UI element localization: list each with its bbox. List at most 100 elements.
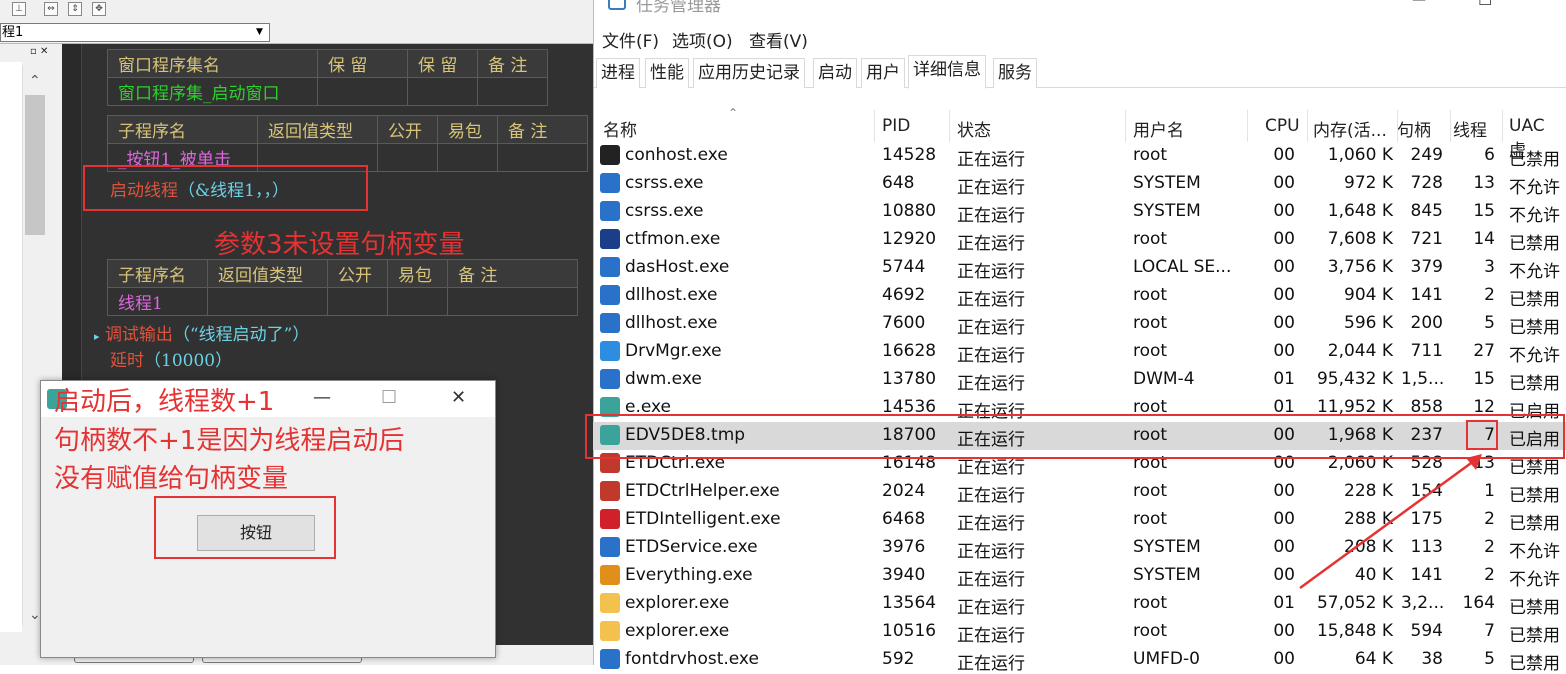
cell-name: Everything.exe [625,565,753,585]
window-icon [600,173,620,193]
table-row[interactable]: dllhost.exe 4692 正在运行 root 00 904 K 141 2 已禁用 [593,282,1566,310]
cell-uac: 已禁用 [1509,626,1560,646]
menu-options[interactable]: 选项(O) [672,27,733,52]
col-header: 备 注 [477,49,548,78]
cell-status: 正在运行 [957,234,1025,254]
menu-view[interactable]: 查看(V) [749,27,808,52]
cell-handles: 200 [1410,313,1443,333]
column-divider[interactable] [1397,110,1398,142]
table-row[interactable]: dasHost.exe 5744 正在运行 LOCAL SE... 00 3,756 K 3… [593,254,1566,282]
cell-cpu: 00 [1273,257,1295,277]
cell-pid: 10516 [882,621,937,641]
cell-status: 正在运行 [957,318,1025,338]
column-divider[interactable] [874,110,875,142]
cell-handles: 728 [1410,173,1443,193]
cell-status: 正在运行 [957,598,1025,618]
toolbar-icon[interactable]: ⇔ [44,2,58,16]
cell-user: SYSTEM [1133,565,1201,585]
tab-app-history[interactable]: 应用历史记录 [693,58,805,88]
column-divider[interactable] [949,110,950,142]
table-row[interactable]: conhost.exe 14528 正在运行 root 00 1,060 K 249 6 已禁用 [593,142,1566,170]
cell-cpu: 00 [1273,509,1295,529]
code-line-debug[interactable]: ▸ 调试输出（“线程启动了”） [94,320,309,345]
window-titlebar[interactable]: 任务管理器 — ☐ [594,0,1566,22]
column-divider[interactable] [1307,110,1308,142]
cell-status: 正在运行 [957,514,1025,534]
cell-uac: 已禁用 [1509,234,1560,254]
cell-pid: 3940 [882,565,926,585]
table-row[interactable]: fontdrvhost.exe 592 正在运行 UMFD-0 00 64 K 38 5 已禁用 [593,646,1566,674]
col-header: 子程序名 [107,115,258,144]
cell-name: explorer.exe [625,593,730,613]
cell-uac: 已禁用 [1509,290,1560,310]
minimize-icon[interactable]: — [313,387,331,408]
subroutine-name[interactable]: 线程1 [107,287,208,316]
tab-processes[interactable]: 进程 [596,58,640,88]
cell-handles: 721 [1410,229,1443,249]
code-line-delay[interactable]: 延时（10000） [110,346,232,371]
cell-handles: 711 [1410,341,1443,361]
cell-name: conhost.exe [625,145,728,165]
tab-users[interactable]: 用户 [861,58,905,88]
column-divider[interactable] [1125,110,1126,142]
toolbar-icon[interactable]: ✥ [92,2,106,16]
table-row[interactable]: ctfmon.exe 12920 正在运行 root 00 7,608 K 721 14 已禁用 [593,226,1566,254]
table-row[interactable]: dllhost.exe 7600 正在运行 root 00 596 K 200 5 已禁用 [593,310,1566,338]
panel-controls[interactable]: ▫ ✕ [30,46,48,57]
menu-file[interactable]: 文件(F) [602,27,659,52]
column-divider[interactable] [1247,110,1248,142]
cell-cpu: 00 [1273,537,1295,557]
cell-name: dllhost.exe [625,313,718,333]
maximize-icon[interactable]: ☐ [381,387,397,408]
col-status[interactable]: 状态 [957,116,991,141]
cell-pid: 13564 [882,593,937,613]
assembly-table: 窗口程序集名 保 留 保 留 备 注 窗口程序集_启动窗口 [107,49,548,106]
col-memory[interactable]: 内存(活... [1313,116,1387,141]
maximize-icon[interactable]: ☐ [1478,0,1492,9]
tab-details[interactable]: 详细信息 [908,55,986,89]
cell-user: root [1133,621,1168,641]
cell-status: 正在运行 [957,542,1025,562]
scrollbar-thumb[interactable] [25,95,45,235]
chevron-down-icon[interactable]: ▼ [252,25,267,40]
tab-services[interactable]: 服务 [993,58,1037,88]
cell-cpu: 00 [1273,621,1295,641]
col-threads[interactable]: 线程 [1453,116,1487,141]
toolbar-icon[interactable]: ⊥ [12,2,26,16]
cell-user: root [1133,285,1168,305]
col-handles[interactable]: 句柄 [1397,116,1431,141]
tab-startup[interactable]: 启动 [813,58,857,88]
close-icon[interactable]: ✕ [451,387,466,408]
command-keyword: 调试输出 [104,325,173,345]
col-cpu[interactable]: CPU [1265,116,1300,136]
cell-status: 正在运行 [957,570,1025,590]
tab-performance[interactable]: 性能 [645,58,689,88]
annotation-line: 启动后，线程数+1 [54,387,275,417]
toolbar-icon[interactable]: ⇕ [68,2,82,16]
table-row[interactable]: csrss.exe 10880 正在运行 SYSTEM 00 1,648 K 845 15 不允… [593,198,1566,226]
scroll-up-icon[interactable]: ⌃ [29,73,41,89]
cell-pid: 14528 [882,145,937,165]
column-divider[interactable] [1450,110,1451,142]
cell-uac: 已禁用 [1509,514,1560,534]
cell-mem: 1,648 K [1327,201,1393,221]
col-pid[interactable]: PID [882,116,910,136]
cell-threads: 15 [1473,201,1495,221]
cell-user: root [1133,481,1168,501]
table-row[interactable]: csrss.exe 648 正在运行 SYSTEM 00 972 K 728 13 不允许 [593,170,1566,198]
scroll-down-icon[interactable]: ⌄ [29,607,41,623]
cell-user: root [1133,593,1168,613]
column-divider[interactable] [1502,110,1503,142]
cell-threads: 14 [1473,229,1495,249]
table-row[interactable]: explorer.exe 10516 正在运行 root 00 15,848 K 594 7 已… [593,618,1566,646]
table-header: 名称 PID 状态 用户名 CPU 内存(活... 句柄 线程 UAC 虚 [593,110,1566,161]
table-row[interactable]: DrvMgr.exe 16628 正在运行 root 00 2,044 K 711 27 不允许 [593,338,1566,366]
window-icon [600,285,620,305]
subroutine-combo[interactable]: 程1 ▼ [0,23,270,42]
assembly-name[interactable]: 窗口程序集_启动窗口 [107,77,318,106]
col-name[interactable]: 名称 [603,116,637,141]
col-user[interactable]: 用户名 [1133,116,1184,141]
table-row[interactable]: dwm.exe 13780 正在运行 DWM-4 01 95,432 K 1,5... 15 已… [593,366,1566,394]
cell-status: 正在运行 [957,374,1025,394]
minimize-icon[interactable]: — [1412,0,1426,8]
